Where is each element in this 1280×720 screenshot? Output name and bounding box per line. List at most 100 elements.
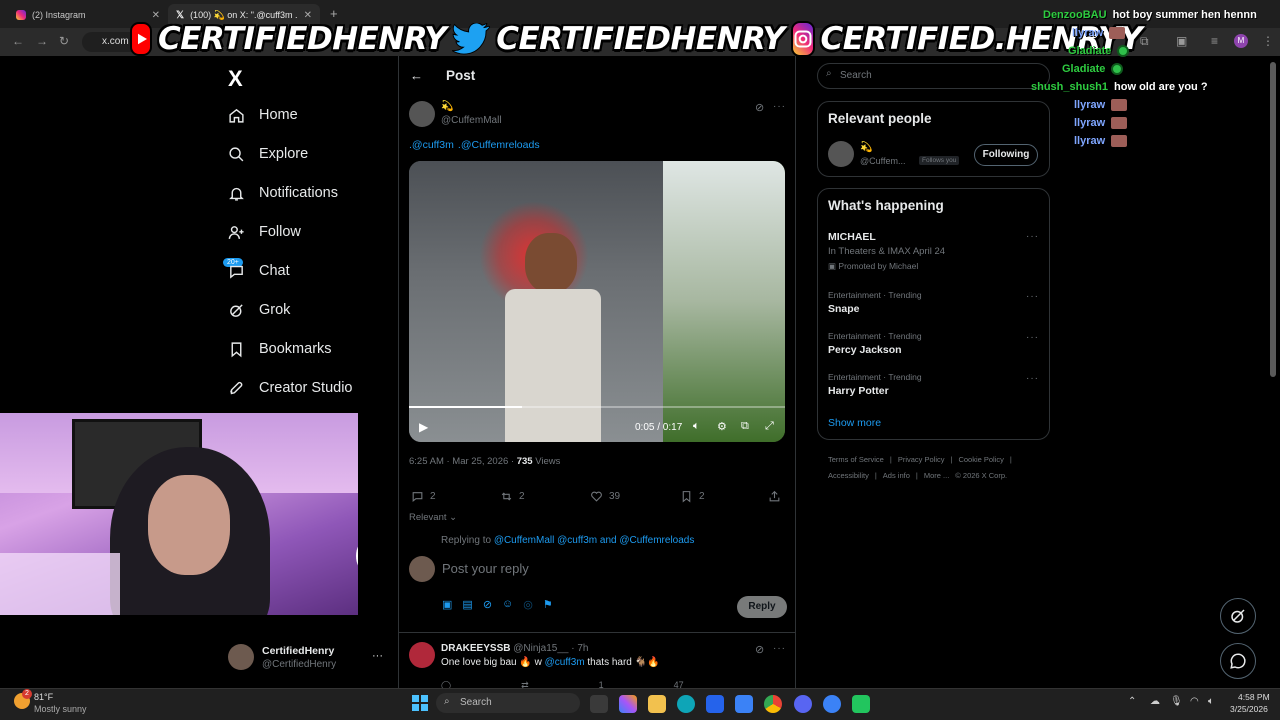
more-link[interactable]: More ... — [924, 471, 949, 480]
twitter-bird-icon — [452, 22, 491, 56]
messages-fab[interactable] — [1220, 643, 1256, 679]
more-icon[interactable]: ··· — [1026, 291, 1039, 302]
wifi-icon[interactable]: ◠ — [1190, 696, 1199, 707]
reload-icon[interactable]: ↻ — [59, 34, 69, 48]
more-icon[interactable]: ··· — [773, 643, 786, 654]
tray-icon[interactable]: ☁ — [1150, 696, 1160, 707]
nav-follow[interactable]: Follow — [228, 217, 301, 247]
reply-input[interactable]: Post your reply — [442, 561, 529, 576]
repost-action[interactable]: 2 — [500, 490, 525, 503]
pip-icon[interactable]: ⧉ — [741, 420, 749, 433]
more-icon[interactable]: ··· — [1026, 231, 1039, 242]
search-icon: ⌕ — [444, 696, 450, 707]
like-count[interactable]: 1 — [599, 680, 604, 688]
more-icon[interactable]: ··· — [773, 101, 786, 112]
footer-sep: | — [915, 471, 918, 480]
image-icon[interactable]: ▣ — [442, 598, 452, 611]
nav-creator-studio[interactable]: Creator Studio — [228, 373, 353, 403]
nav-chat[interactable]: Chat — [228, 256, 290, 286]
search-input[interactable]: Search — [817, 63, 1050, 89]
mention-link[interactable]: @cuff3m — [545, 657, 585, 668]
nav-explore[interactable]: Explore — [228, 139, 308, 169]
accessibility-link[interactable]: Accessibility — [828, 471, 869, 480]
forward-icon[interactable]: → — [36, 34, 48, 48]
author-name[interactable]: 💫 — [441, 101, 453, 112]
more-icon[interactable]: ··· — [1026, 332, 1039, 343]
chat-user: llyraw — [1074, 135, 1106, 147]
grok-icon[interactable]: ⊘ — [483, 598, 492, 611]
grok-fab[interactable] — [1220, 598, 1256, 634]
replying-to-links[interactable]: @CuffemMall @cuff3m and @Cuffemreloads — [494, 535, 695, 546]
clock-time[interactable]: 4:58 PM — [1238, 692, 1270, 702]
show-more-link[interactable]: Show more — [828, 417, 881, 429]
mic-icon[interactable]: 🎙︎ — [1170, 696, 1183, 707]
author-handle[interactable]: @CuffemMall — [441, 115, 502, 126]
chrome-icon[interactable] — [764, 695, 782, 713]
gif-icon[interactable]: ▤ — [462, 598, 472, 611]
x-logo[interactable]: X — [228, 66, 243, 92]
terms-link[interactable]: Terms of Service — [828, 455, 884, 464]
promo-subtitle: In Theaters & IMAX April 24 — [828, 246, 946, 257]
bookmark-action[interactable]: 2 — [680, 490, 705, 503]
mention-link[interactable]: .@Cuffemreloads — [458, 139, 540, 151]
emoji-icon[interactable]: ☺ — [502, 598, 513, 611]
grok-icon[interactable]: ⊘ — [755, 101, 764, 114]
volume-icon[interactable]: 🔈︎ — [693, 420, 700, 433]
sort-dropdown[interactable]: Relevant ⌄ — [409, 512, 457, 523]
account-avatar[interactable] — [228, 644, 254, 670]
nav-grok[interactable]: Grok — [228, 295, 290, 325]
footer-sep: | — [950, 455, 953, 464]
windows-start-icon[interactable] — [412, 695, 428, 711]
fullscreen-icon[interactable]: ⤢ — [765, 420, 774, 433]
app-icon[interactable] — [735, 695, 753, 713]
task-view-icon[interactable] — [590, 695, 608, 713]
like-action[interactable]: 39 — [590, 490, 620, 503]
flag-icon[interactable]: ⚑ — [543, 598, 553, 611]
person-handle[interactable]: @Cuffem... — [860, 156, 905, 166]
reply-action[interactable]: 2 — [411, 490, 436, 503]
volume-icon[interactable]: 🔈︎ — [1208, 696, 1214, 707]
clock-date[interactable]: 3/25/2026 — [1230, 704, 1268, 714]
account-menu-icon[interactable]: ··· — [372, 650, 383, 662]
privacy-link[interactable]: Privacy Policy — [898, 455, 945, 464]
nav-notifications[interactable]: Notifications — [228, 178, 338, 208]
share-action[interactable] — [768, 490, 781, 503]
promo-title[interactable]: MICHAEL — [828, 231, 876, 243]
more-icon[interactable]: ··· — [1026, 373, 1039, 384]
person-name[interactable]: 💫 — [860, 142, 872, 153]
mention-link[interactable]: .@cuff3m — [409, 139, 454, 151]
person-avatar[interactable] — [828, 141, 854, 167]
edge-icon[interactable] — [677, 695, 695, 713]
nav-home[interactable]: Home — [228, 100, 298, 130]
store-icon[interactable] — [706, 695, 724, 713]
reply-button[interactable]: Reply — [737, 596, 787, 618]
back-icon[interactable]: ← — [12, 34, 24, 48]
reply-icon[interactable]: ◯ — [441, 680, 451, 688]
author-avatar[interactable] — [409, 101, 435, 127]
video-progress-track[interactable] — [409, 406, 785, 408]
ads-info-link[interactable]: Ads info — [883, 471, 910, 480]
nav-bookmarks[interactable]: Bookmarks — [228, 334, 332, 364]
trend-snape[interactable]: Snape — [828, 303, 860, 315]
copilot-icon[interactable] — [619, 695, 637, 713]
settings-icon[interactable]: ⚙︎ — [717, 420, 727, 433]
trend-percy-jackson[interactable]: Percy Jackson — [828, 344, 902, 356]
app-icon[interactable] — [823, 695, 841, 713]
reply-author-avatar[interactable] — [409, 642, 435, 668]
back-arrow-icon[interactable]: ← — [410, 68, 423, 83]
location-icon[interactable]: ◎ — [523, 598, 533, 611]
grok-icon[interactable]: ⊘ — [755, 643, 764, 656]
repost-icon[interactable]: ⇄ — [521, 680, 529, 688]
reply-author[interactable]: DRAKEEYSSB @Ninja15__ · 7h — [441, 643, 588, 654]
account-handle: @CertifiedHenry — [262, 659, 337, 670]
app-icon[interactable] — [852, 695, 870, 713]
cookie-link[interactable]: Cookie Policy — [958, 455, 1003, 464]
video-player[interactable]: ▶ 0:05 / 0:17 🔈︎ ⚙︎ ⧉ ⤢ — [409, 161, 785, 442]
play-icon[interactable]: ▶ — [419, 420, 428, 434]
following-button[interactable]: Following — [974, 144, 1038, 166]
discord-icon[interactable] — [794, 695, 812, 713]
chevron-up-icon[interactable]: ⌃ — [1128, 696, 1136, 707]
taskbar-search[interactable]: Search — [436, 693, 580, 713]
trend-harry-potter[interactable]: Harry Potter — [828, 385, 889, 397]
file-explorer-icon[interactable] — [648, 695, 666, 713]
